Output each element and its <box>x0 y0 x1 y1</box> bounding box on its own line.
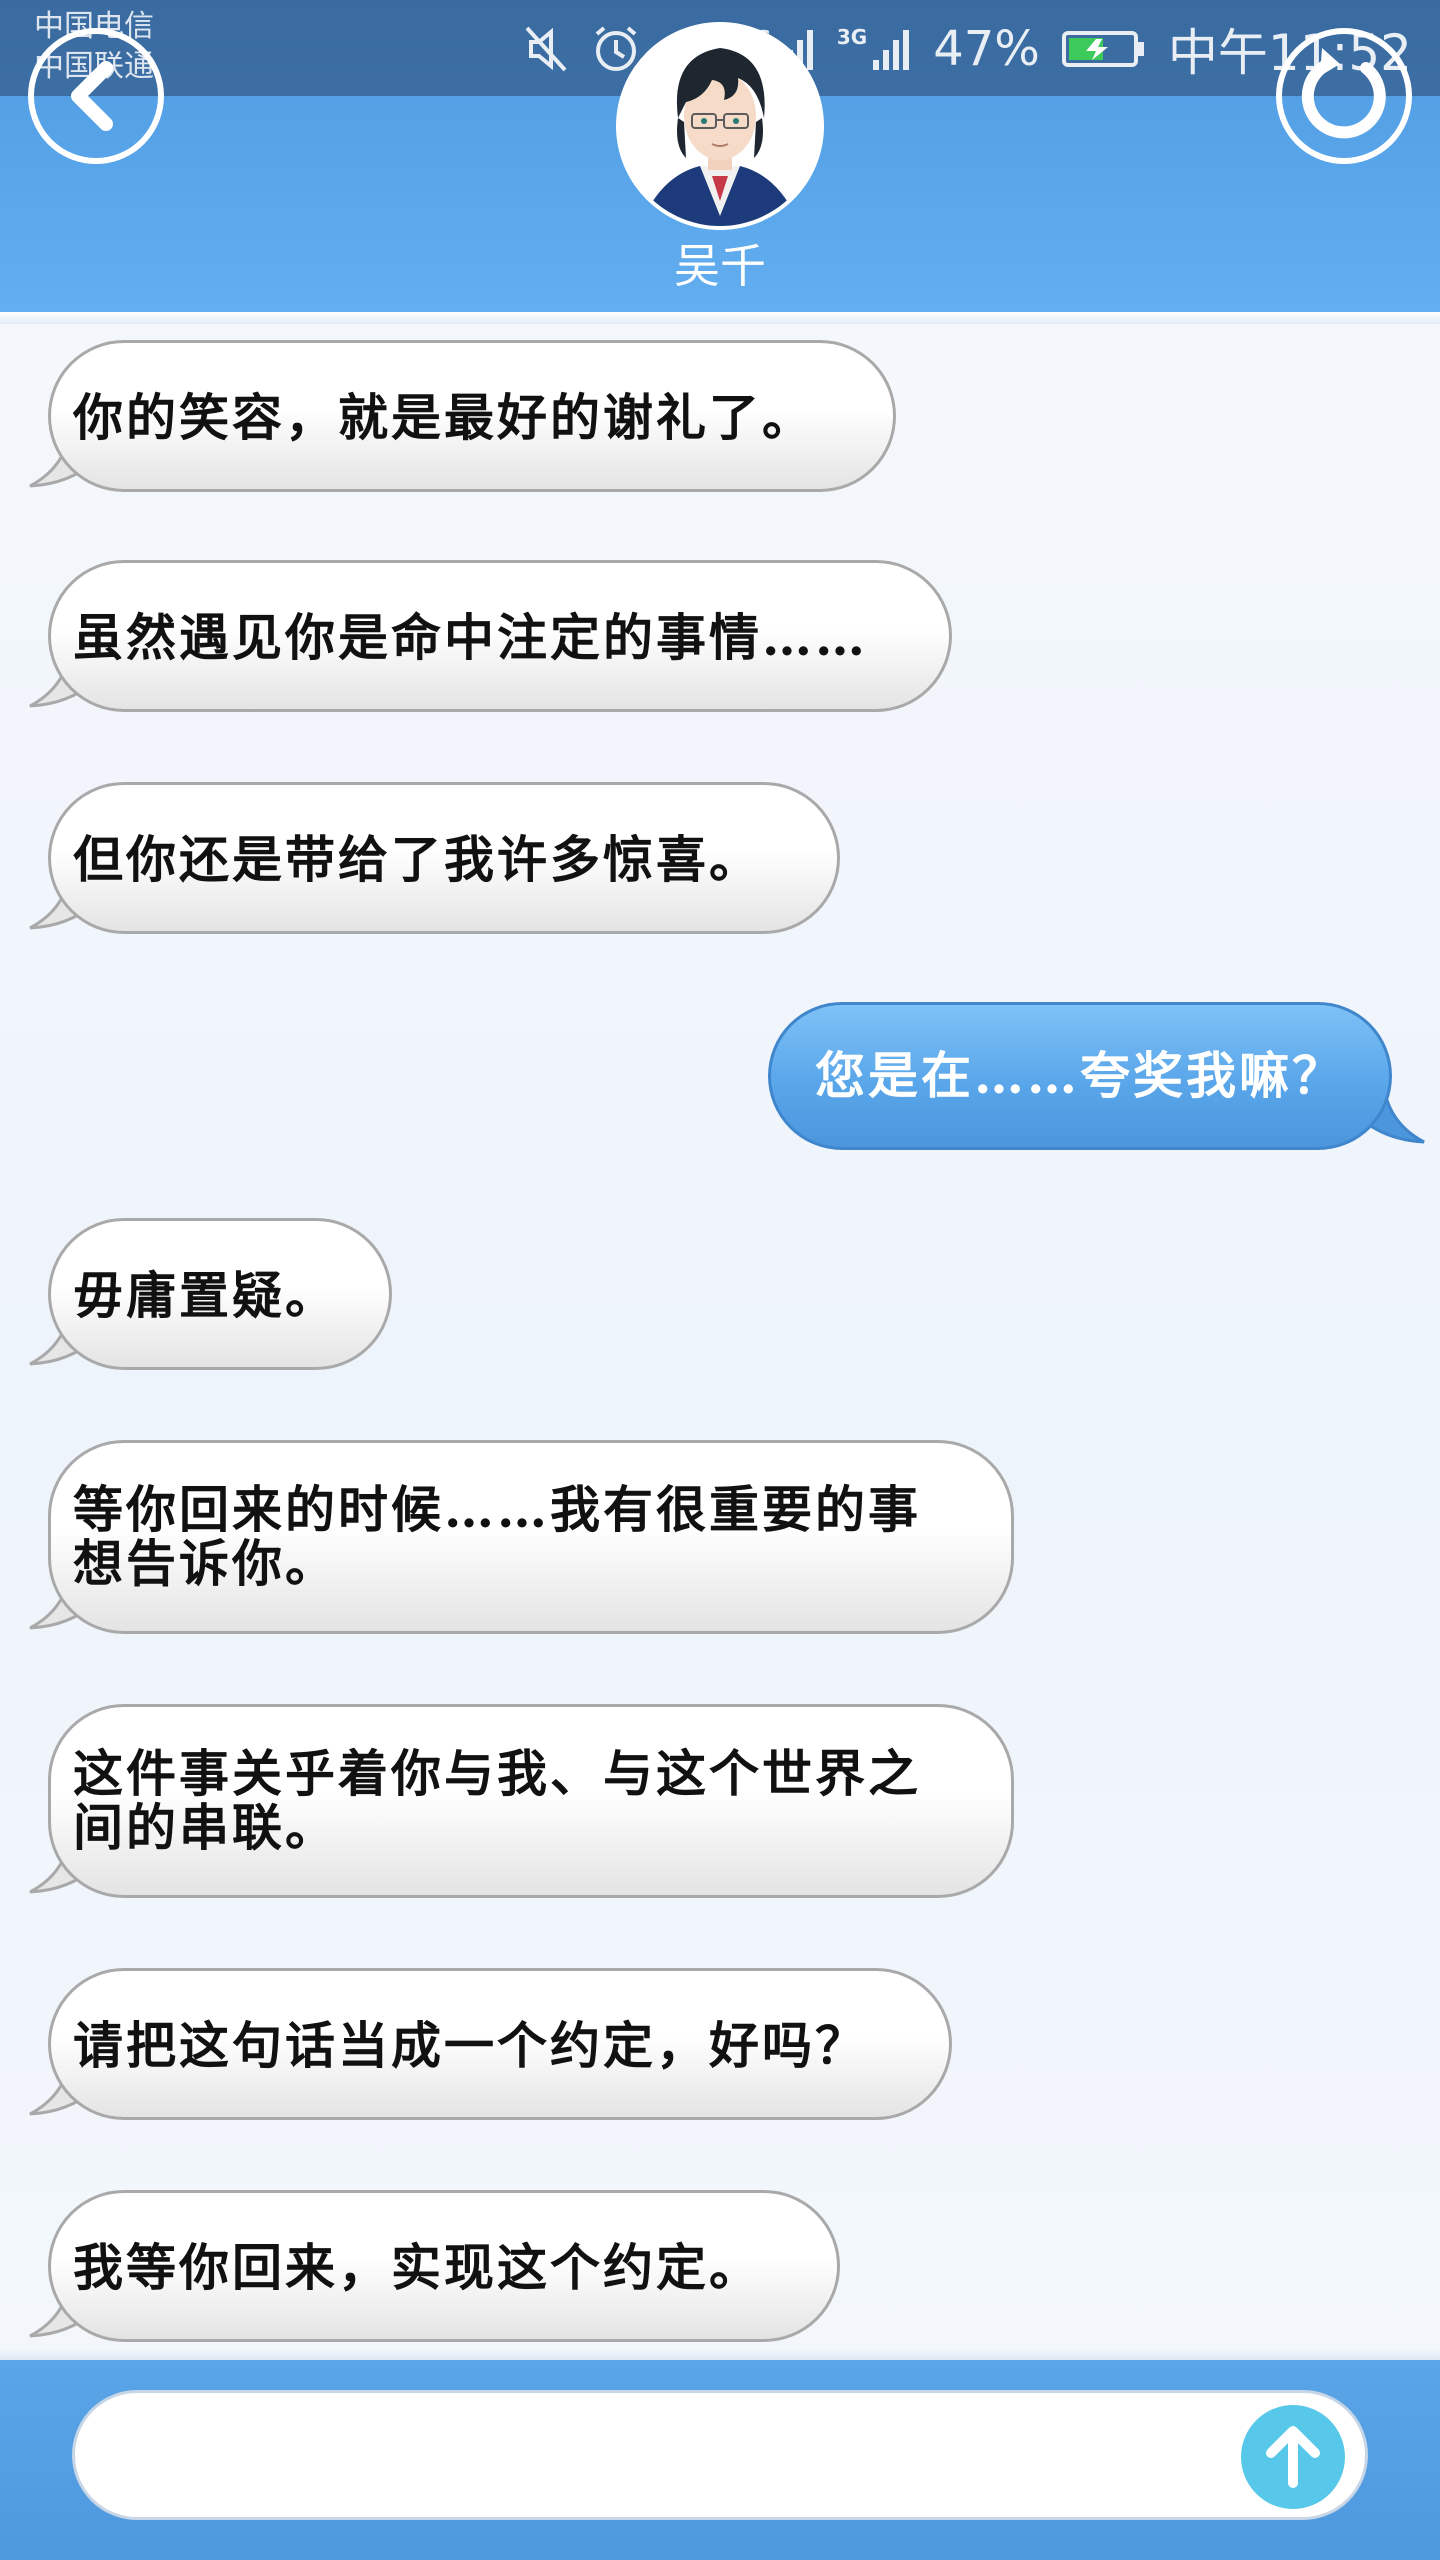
battery-charging-icon <box>1061 31 1144 67</box>
send-button[interactable] <box>1241 2405 1345 2509</box>
received-message: 这件事关乎着你与我、与这个世界之 间的串联。 <box>48 1704 1014 1898</box>
composer-bar <box>0 2360 1440 2560</box>
message-text: 请把这句话当成一个约定，好吗？ <box>73 2016 868 2075</box>
network-type-3g: 3G <box>836 25 868 49</box>
chat-header: 中国电信 中国联通 4G 2G <box>0 0 1440 312</box>
signal-icon <box>873 30 910 70</box>
received-message: 请把这句话当成一个约定，好吗？ <box>48 1968 952 2120</box>
signal-group-2: 3G <box>837 26 911 72</box>
message-text: 等你回来的时候……我有很重要的事 想告诉你。 <box>73 1443 971 1591</box>
message-text: 我等你回来，实现这个约定。 <box>73 2238 762 2297</box>
battery-percent: 47% <box>933 21 1040 77</box>
message-text: 毋庸置疑。 <box>73 1266 338 1325</box>
message-line: 间的串联。 <box>73 1798 338 1857</box>
message-line: 想告诉你。 <box>73 1534 338 1593</box>
back-button[interactable] <box>28 28 164 164</box>
received-message: 我等你回来，实现这个约定。 <box>48 2190 840 2342</box>
received-message: 你的笑容，就是最好的谢礼了。 <box>48 340 896 492</box>
reset-button[interactable] <box>1276 28 1412 164</box>
arrow-up-icon <box>1266 2426 1320 2488</box>
sent-message: 您是在……夸奖我嘛？ <box>768 1002 1392 1150</box>
message-text: 但你还是带给了我许多惊喜。 <box>73 830 762 889</box>
message-line: 这件事关乎着你与我、与这个世界之 <box>73 1744 921 1803</box>
chevron-left-icon <box>71 61 113 131</box>
received-message: 等你回来的时候……我有很重要的事 想告诉你。 <box>48 1440 1014 1634</box>
received-message: 虽然遇见你是命中注定的事情…… <box>48 560 952 712</box>
avatar-portrait-icon <box>620 26 820 226</box>
contact-name: 吴千 <box>674 239 766 293</box>
composer-divider <box>0 2348 1440 2360</box>
header-divider <box>0 312 1440 324</box>
contact-avatar[interactable] <box>620 26 820 226</box>
message-input[interactable] <box>115 2413 1179 2501</box>
message-input-box[interactable] <box>72 2390 1368 2520</box>
refresh-icon <box>1301 48 1386 139</box>
message-line: 等你回来的时候……我有很重要的事 <box>73 1480 921 1539</box>
message-text: 你的笑容，就是最好的谢礼了。 <box>73 388 815 447</box>
alarm-icon <box>595 26 636 71</box>
mute-icon <box>525 26 567 72</box>
received-message: 毋庸置疑。 <box>48 1218 392 1370</box>
received-message: 但你还是带给了我许多惊喜。 <box>48 782 840 934</box>
message-text: 虽然遇见你是命中注定的事情…… <box>73 608 868 667</box>
message-text: 这件事关乎着你与我、与这个世界之 间的串联。 <box>73 1707 971 1855</box>
message-text: 您是在……夸奖我嘛？ <box>815 1046 1345 1105</box>
